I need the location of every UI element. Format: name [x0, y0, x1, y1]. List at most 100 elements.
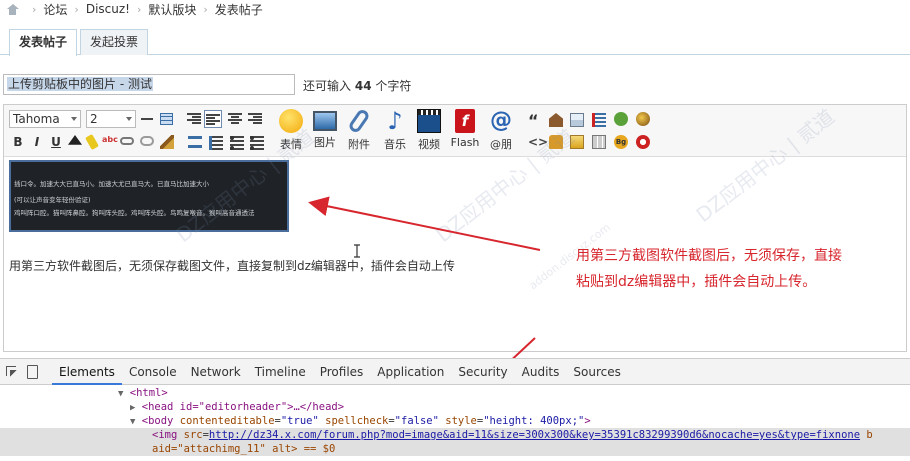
editor-body-text: 用第三方软件截图后，无须保存截图文件，直接复制到dz编辑器中，插件会自动上传	[9, 259, 455, 273]
spellcheck-icon[interactable]: abc	[102, 135, 118, 149]
float-left-icon[interactable]	[187, 113, 201, 125]
tab-network[interactable]: Network	[184, 359, 248, 385]
tab-profiles[interactable]: Profiles	[313, 359, 371, 385]
subject-input[interactable]: 上传剪贴板中的图片 - 测试	[3, 74, 295, 95]
font-size-value: 2	[90, 112, 98, 126]
breadcrumb-default-board[interactable]: 默认版块	[148, 1, 196, 18]
expanded-triangle-icon[interactable]: ▼	[118, 389, 123, 399]
home-icon[interactable]	[6, 3, 19, 15]
attachment-button[interactable]: 附件	[344, 107, 374, 153]
password-icon[interactable]	[636, 135, 650, 149]
flash-icon: f	[455, 109, 475, 133]
attr-value: "height: 400px;"	[483, 415, 585, 427]
dom-tree: ▼ <html> ▶ <head id="editorheader">…</he…	[0, 386, 910, 456]
paragraph-icon[interactable]	[188, 136, 202, 148]
attr-value: "true"	[280, 415, 319, 427]
tab-start-poll[interactable]: 发起投票	[80, 29, 149, 55]
dom-node-html[interactable]: ▼ <html>	[0, 386, 910, 400]
tab-sources[interactable]: Sources	[566, 359, 627, 385]
device-mode-icon[interactable]	[22, 359, 42, 385]
bold-button[interactable]: B	[9, 133, 27, 151]
html-tag: <html>	[129, 387, 168, 399]
user-icon[interactable]	[614, 112, 628, 126]
tab-console[interactable]: Console	[122, 359, 184, 385]
tab-post-thread[interactable]: 发表帖子	[9, 29, 78, 56]
font-color-icon[interactable]	[68, 135, 82, 145]
font-family-value: Tahoma	[13, 112, 60, 126]
tab-elements[interactable]: Elements	[52, 359, 122, 385]
dom-node-body[interactable]: ▼ <body contenteditable="true" spellchec…	[0, 414, 910, 428]
align-left-icon	[206, 114, 220, 126]
at-icon: @	[490, 108, 512, 133]
attachment-icon	[347, 107, 371, 135]
flash-label: Flash	[450, 136, 480, 149]
video-label: 视频	[418, 138, 440, 151]
coin-icon[interactable]	[636, 112, 650, 126]
dom-node-img-selected[interactable]: <img src=http://dz34.x.com/forum.php?mod…	[0, 428, 910, 442]
quote-icon[interactable]: “	[528, 113, 542, 129]
italic-button[interactable]: I	[28, 133, 46, 151]
unordered-list-icon[interactable]	[250, 136, 264, 150]
unlink-icon[interactable]	[140, 136, 154, 146]
breadcrumb: › 论坛 › Discuz! › 默认版块 › 发表帖子	[0, 0, 910, 18]
tab-audits[interactable]: Audits	[515, 359, 567, 385]
breadcrumb-current: 发表帖子	[214, 2, 263, 17]
attr-name: style	[445, 415, 477, 427]
bg-color-icon[interactable]: Bg	[614, 135, 628, 149]
chevron-down-icon	[126, 117, 132, 121]
post-type-tabs: 发表帖子 发起投票	[0, 26, 910, 56]
devtools-tabbar: Elements Console Network Timeline Profil…	[0, 359, 910, 385]
align-center-icon[interactable]	[228, 113, 242, 125]
devtools-panel: Elements Console Network Timeline Profil…	[0, 358, 910, 461]
index-icon[interactable]	[592, 113, 606, 127]
mention-button[interactable]: @ @朋	[486, 109, 516, 153]
img-src-link[interactable]: http://dz34.x.com/forum.php?mod=image&ai…	[209, 429, 860, 441]
align-left-button[interactable]	[204, 110, 222, 128]
dom-node-img-cont[interactable]: aid="attachimg_11" alt> == $0	[0, 442, 910, 456]
box-icon[interactable]	[570, 113, 584, 127]
breadcrumb-separator: ›	[136, 2, 142, 16]
highlight-icon[interactable]	[85, 133, 99, 151]
video-icon	[417, 109, 441, 133]
font-family-select[interactable]: Tahoma	[9, 110, 81, 128]
remaining-count: 44	[354, 79, 372, 93]
expanded-triangle-icon[interactable]: ▼	[130, 417, 135, 427]
tab-timeline[interactable]: Timeline	[248, 359, 313, 385]
align-right-icon[interactable]	[248, 113, 262, 125]
breadcrumb-forum[interactable]: 论坛	[43, 1, 67, 18]
page-break-icon[interactable]	[592, 135, 606, 149]
mention-label: @朋	[490, 138, 512, 151]
music-button[interactable]: ♪ 音乐	[380, 109, 410, 153]
breadcrumb-discuz[interactable]: Discuz!	[86, 2, 130, 16]
horizontal-rule-button[interactable]	[138, 110, 156, 128]
head-tag: <head id="editorheader">…</head>	[141, 401, 345, 413]
underline-button[interactable]: U	[47, 133, 65, 151]
collapsed-triangle-icon[interactable]: ▶	[130, 403, 135, 413]
breadcrumb-separator: ›	[32, 2, 37, 16]
inspect-element-icon[interactable]	[2, 359, 22, 385]
flash-button[interactable]: f Flash	[450, 109, 480, 153]
clear-format-icon[interactable]	[160, 135, 174, 149]
indent-icon[interactable]	[209, 136, 223, 150]
chevron-down-icon	[71, 117, 77, 121]
annotation-text: 用第三方截图软件截图后，无须保存，直接 粘贴到dz编辑器中，插件会自动上传。	[576, 243, 842, 295]
music-icon: ♪	[387, 107, 403, 135]
video-button[interactable]: 视频	[414, 109, 444, 153]
tab-security[interactable]: Security	[451, 359, 514, 385]
subject-remaining: 还可输入 44 个字符	[303, 77, 411, 94]
remaining-prefix: 还可输入	[303, 79, 352, 93]
table-button[interactable]	[157, 110, 175, 128]
image-icon	[313, 111, 337, 131]
link-icon[interactable]	[120, 137, 134, 145]
tab-application[interactable]: Application	[370, 359, 451, 385]
dom-node-head[interactable]: ▶ <head id="editorheader">…</head>	[0, 400, 910, 414]
ordered-list-icon[interactable]	[230, 136, 244, 150]
attr-value: "false"	[394, 415, 439, 427]
font-size-select[interactable]: 2	[86, 110, 136, 128]
body-tag: body	[148, 415, 174, 427]
annotation-line: 粘贴到dz编辑器中，插件会自动上传。	[576, 274, 817, 290]
horizontal-rule-icon	[141, 118, 153, 120]
table-icon	[159, 113, 173, 125]
annotation-line: 用第三方截图软件截图后，无须保存，直接	[576, 248, 842, 264]
attr-name: contenteditable	[179, 415, 275, 427]
